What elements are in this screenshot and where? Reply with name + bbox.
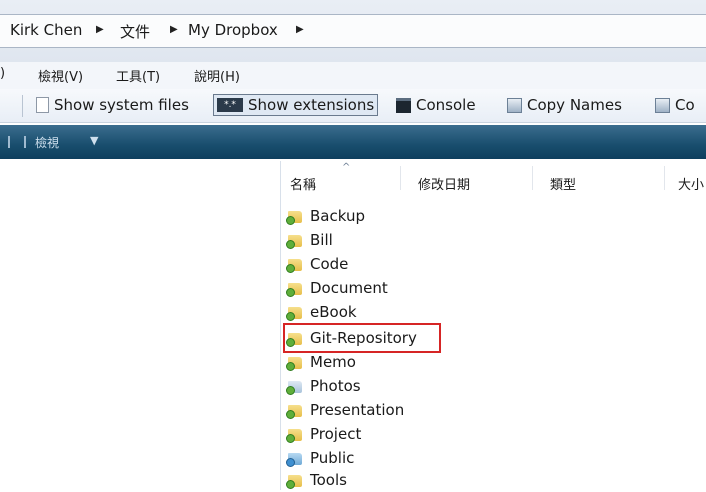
breadcrumb-arrow-icon[interactable]: ▶: [96, 24, 104, 35]
views-button[interactable]: 檢視: [35, 134, 59, 151]
column-type[interactable]: 類型: [550, 162, 576, 193]
copy-path-button[interactable]: Co: [655, 94, 695, 116]
address-bar-area: Kirk Chen ▶ 文件 ▶ My Dropbox ▶: [0, 0, 706, 62]
dropbox-folder-icon: [286, 280, 304, 297]
views-icon[interactable]: [8, 136, 26, 148]
dropbox-folder-icon: [286, 256, 304, 273]
show-extensions-button[interactable]: *.* Show extensions: [213, 94, 379, 116]
breadcrumb-documents[interactable]: 文件: [120, 21, 150, 42]
dropbox-pictures-folder-icon: [286, 378, 304, 395]
breadcrumb-arrow-icon[interactable]: ▶: [170, 24, 178, 35]
list-item[interactable]: Backup: [286, 204, 365, 228]
list-item[interactable]: Code: [286, 252, 348, 276]
chevron-down-icon[interactable]: ▼: [90, 134, 98, 147]
breadcrumb-arrow-icon[interactable]: ▶: [296, 24, 304, 35]
console-icon: [396, 97, 411, 113]
dropbox-folder-icon: [286, 208, 304, 225]
dropbox-folder-icon: [286, 354, 304, 371]
column-divider[interactable]: [664, 166, 665, 190]
column-divider[interactable]: [400, 166, 401, 190]
list-item[interactable]: Photos: [286, 374, 361, 398]
list-item[interactable]: Document: [286, 276, 388, 300]
menu-view[interactable]: 檢視(V): [38, 66, 83, 85]
dropbox-public-folder-icon: [286, 450, 304, 467]
list-item[interactable]: Tools: [286, 468, 347, 492]
extensions-icon: *.*: [217, 98, 243, 112]
dropbox-folder-icon: [286, 232, 304, 249]
page-icon: [36, 97, 49, 113]
menu-cut-paren: ): [0, 66, 6, 81]
toolbar-separator: [22, 95, 23, 117]
breadcrumb-my-dropbox[interactable]: My Dropbox: [188, 21, 278, 39]
dropbox-folder-icon: [286, 426, 304, 443]
column-size[interactable]: 大小: [678, 162, 704, 193]
list-item[interactable]: Bill: [286, 228, 333, 252]
navigation-pane[interactable]: [0, 161, 281, 490]
copy-names-button[interactable]: Copy Names: [507, 94, 622, 116]
breadcrumb-kirk-chen[interactable]: Kirk Chen: [10, 21, 82, 39]
sort-ascending-icon: ^: [342, 162, 351, 173]
copy-path-icon: [655, 97, 670, 113]
menu-help[interactable]: 說明(H): [194, 66, 240, 85]
highlight-box: [283, 323, 441, 353]
list-item[interactable]: Public: [286, 446, 354, 470]
dropbox-folder-icon: [286, 304, 304, 321]
menu-bar: ) 檢視(V) 工具(T) 說明(H): [0, 62, 706, 89]
dropbox-folder-icon: [286, 402, 304, 419]
column-divider[interactable]: [532, 166, 533, 190]
dropbox-folder-icon: [286, 472, 304, 489]
console-button[interactable]: Console: [396, 94, 476, 116]
column-name[interactable]: 名稱: [290, 162, 316, 193]
copy-names-icon: [507, 97, 522, 113]
command-bar: 檢視 ▼: [0, 125, 706, 159]
column-date-modified[interactable]: 修改日期: [418, 162, 470, 193]
list-item[interactable]: Project: [286, 422, 361, 446]
list-item[interactable]: eBook: [286, 300, 357, 324]
toolbar: Show system files *.* Show extensions Co…: [0, 89, 706, 123]
menu-tools[interactable]: 工具(T): [116, 66, 160, 85]
list-item[interactable]: Memo: [286, 350, 356, 374]
address-bar[interactable]: Kirk Chen ▶ 文件 ▶ My Dropbox ▶: [0, 14, 706, 48]
show-system-files-button[interactable]: Show system files: [36, 94, 189, 116]
list-item[interactable]: Presentation: [286, 398, 404, 422]
